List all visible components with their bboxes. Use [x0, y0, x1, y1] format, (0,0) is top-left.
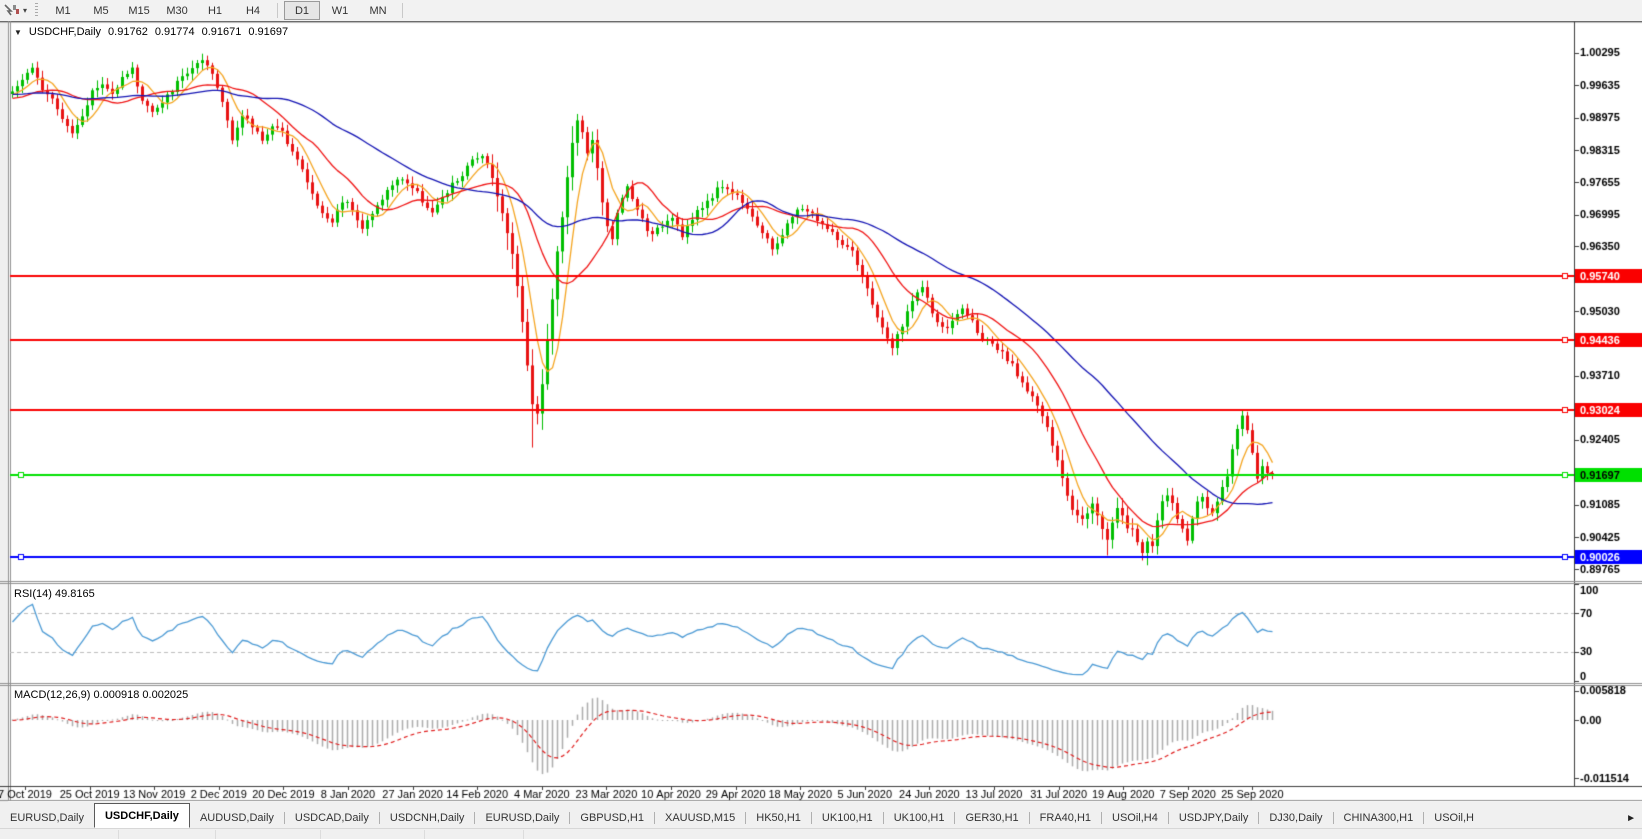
rsi-indicator-label: RSI(14) 49.8165: [14, 588, 95, 600]
macd-indicator-label: MACD(12,26,9) 0.000918 0.002025: [14, 689, 188, 701]
chart-tab-USDCHF-Daily[interactable]: USDCHF,Daily: [94, 803, 190, 828]
status-divider: [215, 830, 216, 839]
timeframe-button-MN[interactable]: MN: [360, 1, 396, 20]
timeframe-buttons: M1M5M15M30H1H4 D1W1MN: [44, 1, 408, 20]
chart-symbol: USDCHF,Daily: [29, 26, 101, 38]
chart-canvas[interactable]: [0, 21, 1642, 802]
chart-tab-UK100-H1[interactable]: UK100,H1: [884, 808, 955, 828]
toolbar-separator: [277, 3, 278, 18]
chart-tab-GER30-H1[interactable]: GER30,H1: [955, 808, 1028, 828]
chart-tab-USOil-H4[interactable]: USOil,H4: [1102, 808, 1168, 828]
chart-tab-HK50-H1[interactable]: HK50,H1: [746, 808, 811, 828]
timeframe-button-M15[interactable]: M15: [121, 1, 157, 20]
tab-scroll-right-icon[interactable]: ►: [1626, 813, 1636, 828]
status-divider: [424, 830, 425, 839]
toolbar-grip[interactable]: [35, 3, 38, 18]
timeframe-button-H1[interactable]: H1: [197, 1, 233, 20]
ohlc-close: 0.91697: [248, 26, 288, 38]
ohlc-open: 0.91762: [108, 26, 148, 38]
chart-tab-EURUSD-Daily[interactable]: EURUSD,Daily: [475, 808, 569, 828]
chart-tab-FRA40-H1[interactable]: FRA40,H1: [1030, 808, 1101, 828]
chart-tab-CHINA300-H1[interactable]: CHINA300,H1: [1334, 808, 1424, 828]
chart-tab-XAUUSD-M15[interactable]: XAUUSD,M15: [655, 808, 745, 828]
chart-tab-USOil-H[interactable]: USOil,H: [1424, 808, 1484, 828]
chart-tab-USDCAD-Daily[interactable]: USDCAD,Daily: [285, 808, 379, 828]
chart-symbol-header: ▼ USDCHF,Daily 0.91762 0.91774 0.91671 0…: [14, 26, 288, 38]
status-bar: [0, 828, 1642, 839]
status-divider: [320, 830, 321, 839]
timeframe-button-W1[interactable]: W1: [322, 1, 358, 20]
timeframe-button-H4[interactable]: H4: [235, 1, 271, 20]
chart-tab-bar: EURUSD,DailyUSDCHF,DailyAUDUSD,DailyUSDC…: [0, 802, 1642, 828]
chevron-down-icon[interactable]: ▾: [23, 6, 27, 15]
timeframe-button-M1[interactable]: M1: [45, 1, 81, 20]
timeframe-button-M5[interactable]: M5: [83, 1, 119, 20]
chart-tab-UK100-H1[interactable]: UK100,H1: [812, 808, 883, 828]
mt4-window: { "toolbar": { "chart_tool_icon": "chart…: [0, 0, 1642, 839]
ohlc-low: 0.91671: [202, 26, 242, 38]
timeframe-button-M30[interactable]: M30: [159, 1, 195, 20]
chart-collapse-icon[interactable]: ▼: [14, 28, 22, 37]
status-divider: [523, 830, 524, 839]
chart-tab-GBPUSD-H1[interactable]: GBPUSD,H1: [570, 808, 654, 828]
chart-cursor-icon[interactable]: [3, 3, 21, 18]
chart-tab-USDCNH-Daily[interactable]: USDCNH,Daily: [380, 808, 475, 828]
toolbar: ▾ M1M5M15M30H1H4 D1W1MN: [0, 0, 1642, 21]
chart-tab-EURUSD-Daily[interactable]: EURUSD,Daily: [0, 808, 94, 828]
toolbar-separator: [402, 3, 403, 18]
chart-tab-DJ30-Daily[interactable]: DJ30,Daily: [1259, 808, 1332, 828]
chart-tab-USDJPY-Daily[interactable]: USDJPY,Daily: [1169, 808, 1259, 828]
status-divider: [118, 830, 119, 839]
timeframe-button-D1[interactable]: D1: [284, 1, 320, 20]
ohlc-high: 0.91774: [155, 26, 195, 38]
chart-tab-AUDUSD-Daily[interactable]: AUDUSD,Daily: [190, 808, 284, 828]
